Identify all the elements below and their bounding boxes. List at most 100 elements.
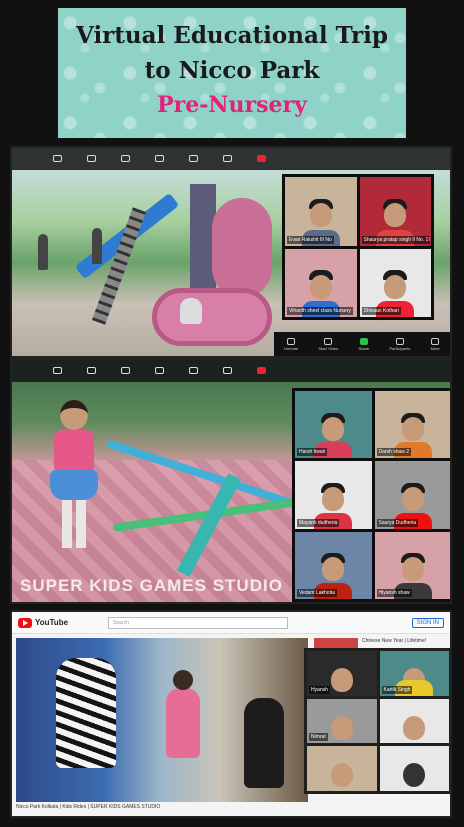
mute-button[interactable] <box>42 367 72 375</box>
participant-name: Darsh shaw 2 <box>376 448 412 457</box>
participant-name: Nimrat <box>309 733 328 742</box>
girl-head <box>60 400 88 430</box>
shield-icon <box>120 367 130 374</box>
control-label: Participants <box>389 345 411 351</box>
participant-tile[interactable]: Kartik Singh <box>379 651 449 696</box>
participant-tile[interactable]: Evan Rakshit III No <box>285 177 357 246</box>
banner-title-line2: to Nicco Park <box>144 57 320 84</box>
participant-face <box>309 203 332 228</box>
participant-tile[interactable] <box>307 746 377 791</box>
participant-name: Harsh tiwari <box>297 448 328 457</box>
zoom-share-toolbar <box>12 148 450 170</box>
search-input[interactable]: Search <box>108 616 289 629</box>
sign-in-button[interactable]: SIGN IN <box>411 617 444 628</box>
stop-share-button[interactable] <box>246 367 276 375</box>
start-video-button[interactable] <box>76 155 106 163</box>
participant-tile[interactable]: Saurya Dudheria <box>374 461 450 529</box>
participants-button[interactable]: Participants <box>389 337 411 351</box>
control-label: Share <box>358 345 370 351</box>
youtube-screenshot: YouTube Search SIGN IN Nicco Park Kolkat… <box>10 610 452 818</box>
video-player[interactable] <box>16 638 308 802</box>
participant-name: Evan Rakshit III No <box>287 235 334 244</box>
chat-icon <box>188 367 198 374</box>
share-icon <box>222 155 232 162</box>
zoom-screenshot-2: SUPER KIDS GAMES STUDIO Harsh tiwari Dar… <box>10 358 452 604</box>
participant-tile[interactable]: Darsh shaw 2 <box>374 391 450 459</box>
girl-skirt <box>50 470 98 500</box>
bystander <box>92 228 102 264</box>
participant-face <box>322 557 345 582</box>
participant-name: Shaurya pratap singh Il No. 17 <box>361 235 431 244</box>
new-share-button[interactable] <box>212 367 242 375</box>
participant-name: Vedant Lakhotia <box>297 589 337 597</box>
girl-top <box>54 430 94 474</box>
play-icon <box>18 617 32 628</box>
participant-tile[interactable]: Harsh tiwari <box>295 391 372 459</box>
participant-tile[interactable]: Vedant Lakhotia <box>295 531 372 599</box>
control-label: More <box>430 345 440 351</box>
participant-tile[interactable]: Vihanth sheel class Nursery <box>285 248 357 317</box>
participant-name: Hiyansh shaw <box>376 589 412 597</box>
chat-button[interactable] <box>178 155 208 163</box>
more-button[interactable]: More <box>430 337 440 351</box>
girl-on-seesaw <box>46 400 106 550</box>
camera-icon <box>324 337 333 345</box>
share-icon <box>222 367 232 374</box>
shield-icon <box>120 155 130 162</box>
banner-subtitle: Pre-Nursery <box>157 92 307 118</box>
participant-gallery: Evan Rakshit III No Shaurya pratap singh… <box>282 174 434 320</box>
woman-in-black <box>244 698 284 788</box>
mic-icon <box>52 155 62 162</box>
participant-tile[interactable] <box>379 746 449 791</box>
zebra-figure <box>56 658 116 768</box>
participant-tile[interactable]: Shaurya pratap singh Il No. 17 <box>359 177 431 246</box>
participant-tile[interactable]: Shivaan Kothari <box>359 248 431 317</box>
participant-face <box>330 667 353 692</box>
participant-face <box>401 486 424 511</box>
meeting-controls: Unmute Start Video Share Participants Mo… <box>274 332 450 356</box>
control-label: Start Video <box>318 345 339 351</box>
girl-legs <box>62 500 86 548</box>
participant-tile[interactable]: Hiyansh shaw <box>374 531 450 599</box>
banner-title-line1: Virtual Educational Trip <box>76 22 388 49</box>
participant-face <box>322 416 345 441</box>
participant-face <box>309 274 332 299</box>
start-video-button[interactable] <box>76 367 106 375</box>
participant-name: Hyansh <box>309 685 330 694</box>
new-share-button[interactable] <box>212 155 242 163</box>
participant-face <box>330 763 353 788</box>
stop-icon <box>256 155 266 162</box>
zoom-share-toolbar <box>12 360 450 382</box>
chat-icon <box>188 155 198 162</box>
people-icon <box>395 337 404 345</box>
participant-tile[interactable] <box>379 698 449 744</box>
participant-gallery: Harsh tiwari Darsh shaw 2 Mayank dudheri… <box>292 388 450 602</box>
participant-name: Shivaan Kothari <box>361 307 401 315</box>
unmute-button[interactable]: Unmute <box>284 337 298 351</box>
participant-face <box>384 274 407 299</box>
child-head <box>173 670 193 690</box>
bystander <box>38 234 48 270</box>
chat-button[interactable] <box>178 367 208 375</box>
share-button[interactable]: Share <box>358 337 370 351</box>
security-button[interactable] <box>110 155 140 163</box>
more-icon <box>431 337 440 345</box>
participant-tile[interactable]: Hyansh <box>307 651 377 696</box>
mute-button[interactable] <box>42 155 72 163</box>
people-icon <box>154 367 164 374</box>
participants-button[interactable] <box>144 367 174 375</box>
start-video-button[interactable]: Start Video <box>318 337 339 351</box>
participant-tile[interactable]: Nimrat <box>307 698 377 744</box>
youtube-logo[interactable]: YouTube <box>18 617 68 628</box>
participant-gallery: Hyansh Kartik Singh Nimrat <box>304 648 450 794</box>
security-button[interactable] <box>110 367 140 375</box>
pink-tube-base <box>152 288 272 346</box>
people-icon <box>154 155 164 162</box>
video-watermark: SUPER KIDS GAMES STUDIO <box>20 576 283 595</box>
participants-button[interactable] <box>144 155 174 163</box>
child-in-pink <box>166 670 200 758</box>
title-banner: Virtual Educational Trip to Nicco Park P… <box>58 8 406 138</box>
stop-share-button[interactable] <box>246 155 276 163</box>
participant-tile[interactable]: Mayank dudheria <box>295 461 372 529</box>
mic-icon <box>287 337 296 345</box>
